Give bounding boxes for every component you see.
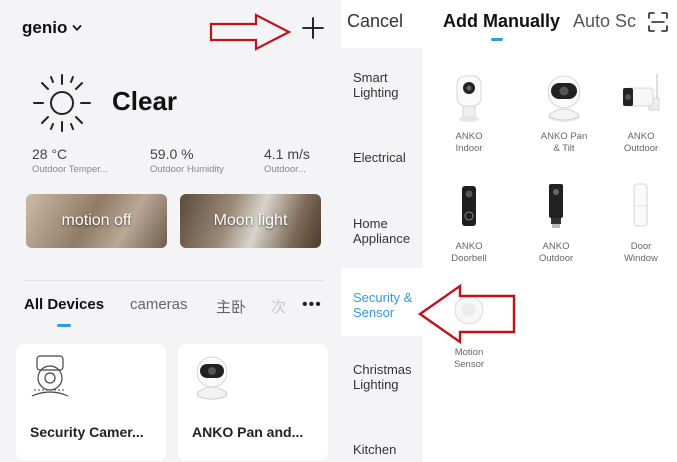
stat-value: 59.0 % — [150, 146, 194, 162]
device-anko-pan-tilt[interactable]: ANKO Pan & Tilt — [529, 70, 599, 155]
device-name-line: ANKO — [455, 131, 483, 142]
category-christmas-lighting[interactable]: Christmas Lighting — [341, 362, 423, 392]
category-list — [341, 48, 423, 462]
scene-label: motion off — [61, 212, 132, 229]
motion-sensor-icon — [454, 295, 484, 325]
device-name-line: Sensor — [453, 359, 485, 370]
weather-condition: Clear — [112, 86, 178, 116]
device-name-line: Outdoor — [623, 143, 659, 154]
scene-card-motion-off[interactable]: motion off — [26, 194, 167, 248]
more-icon[interactable]: ••• — [302, 296, 322, 314]
device-anko-doorbell[interactable]: ANKO Doorbell — [434, 180, 504, 265]
tab-cameras[interactable]: cameras — [130, 296, 188, 313]
device-anko-indoor[interactable]: ANKO Indoor — [434, 70, 504, 155]
home-screen: genio Clear 28 °C Outdoor Temper... 59.0… — [0, 0, 341, 462]
device-name: ANKO Indoor — [434, 131, 504, 155]
device-card-label: ANKO Pan and... — [192, 424, 304, 440]
device-name-line: & Tilt — [553, 143, 575, 154]
category-label: Christmas — [353, 362, 412, 377]
device-card-security-camera[interactable]: Security Camer... — [16, 344, 166, 460]
category-kitchen[interactable]: Kitchen — [341, 442, 423, 457]
device-name-line: Door — [630, 241, 652, 252]
device-name: ANKO Outdoor — [606, 131, 676, 155]
active-tab-indicator — [57, 324, 71, 327]
home-selector[interactable]: genio — [22, 18, 82, 38]
device-anko-outdoor[interactable]: ANKO Outdoor — [606, 70, 676, 155]
category-smart-lighting[interactable]: Smart Lighting — [341, 70, 423, 100]
category-electrical[interactable]: Electrical — [341, 150, 423, 165]
device-name: ANKO Doorbell — [434, 241, 504, 265]
category-label: Smart — [353, 70, 388, 85]
device-name-line: Motion — [454, 347, 484, 358]
device-door-window[interactable]: Door Window — [606, 180, 676, 265]
stat-label: Outdoor Temper... — [32, 164, 108, 175]
category-label: Home — [353, 216, 388, 231]
category-label: Appliance — [353, 231, 411, 246]
device-name-line: ANKO Pan — [540, 131, 588, 142]
device-name-line: Indoor — [455, 143, 483, 154]
device-name-line: Outdoor — [538, 253, 574, 264]
scene-card-moon-light[interactable]: Moon light — [180, 194, 321, 248]
outdoor-camera-icon — [549, 184, 563, 228]
device-name: ANKO Outdoor — [521, 241, 591, 265]
active-tab-indicator — [491, 38, 503, 41]
device-name-line: ANKO — [455, 241, 483, 252]
stat-label: Outdoor... — [264, 164, 306, 175]
door-sensor-icon — [633, 183, 648, 227]
category-label: Kitchen — [353, 442, 397, 457]
sun-icon — [33, 74, 91, 132]
category-label: Security & — [353, 290, 413, 305]
weather-stat-temperature: 28 °C Outdoor Temper... — [32, 146, 108, 175]
chevron-down-icon — [72, 25, 82, 31]
device-name: Door Window — [606, 241, 676, 265]
device-name: Motion Sensor — [434, 347, 504, 371]
device-name-line: ANKO — [627, 131, 655, 142]
outdoor-camera-icon — [623, 74, 660, 111]
divider — [24, 280, 324, 281]
device-name-line: ANKO — [542, 241, 570, 252]
category-label: Electrical — [353, 150, 406, 165]
category-home-appliance[interactable]: Home Appliance — [341, 216, 423, 246]
device-name: ANKO Pan & Tilt — [529, 131, 599, 155]
category-security-sensor[interactable]: Security & Sensor — [341, 268, 423, 336]
pan-tilt-camera-icon — [196, 356, 228, 400]
tab-auto-scan[interactable]: Auto Sc — [573, 11, 636, 32]
tab-add-manually[interactable]: Add Manually — [443, 11, 560, 32]
tab-second-room[interactable]: 次 — [271, 296, 286, 317]
pan-tilt-camera-icon — [547, 75, 581, 122]
scene-label: Moon light — [213, 212, 288, 229]
tab-all-devices[interactable]: All Devices — [24, 296, 104, 313]
device-name-line: Doorbell — [451, 253, 487, 264]
stat-label: Outdoor Humidity — [150, 164, 224, 175]
device-card-anko-pan[interactable]: ANKO Pan and... — [178, 344, 328, 460]
category-label: Lighting — [353, 85, 399, 100]
category-label: Sensor — [353, 305, 395, 320]
home-name-label: genio — [22, 18, 68, 37]
category-label: Lighting — [353, 377, 399, 392]
tab-master-bedroom[interactable]: 主卧 — [216, 296, 246, 317]
device-anko-outdoor-2[interactable]: ANKO Outdoor — [521, 180, 591, 265]
device-name-line: Window — [624, 253, 658, 264]
weather-stat-wind: 4.1 m/s Outdoor... — [264, 146, 310, 175]
stat-value: 4.1 m/s — [264, 146, 310, 162]
device-card-label: Security Camer... — [30, 424, 144, 440]
scan-icon[interactable] — [647, 11, 669, 33]
doorbell-icon — [462, 186, 476, 226]
add-device-screen: Cancel Add Manually Auto Sc Smart Lighti… — [341, 0, 677, 462]
stat-value: 28 °C — [32, 146, 68, 162]
weather-stat-humidity: 59.0 % Outdoor Humidity — [150, 146, 224, 175]
device-motion-sensor[interactable]: Motion Sensor — [434, 286, 504, 371]
camera-outline-icon — [31, 355, 69, 397]
plus-icon[interactable] — [299, 14, 327, 42]
indoor-camera-icon — [456, 75, 482, 122]
cancel-button[interactable]: Cancel — [347, 11, 403, 32]
